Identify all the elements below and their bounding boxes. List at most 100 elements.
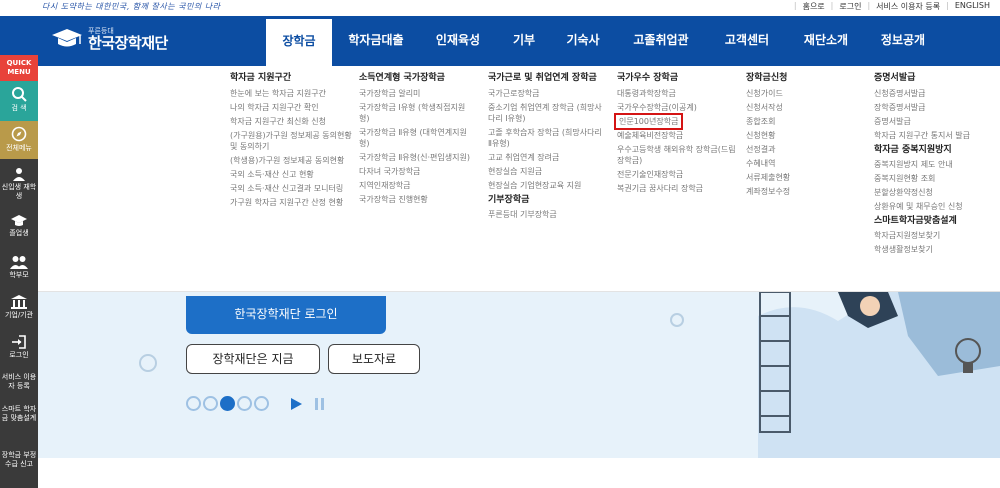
- menu-item[interactable]: 국가근로장학금: [488, 88, 608, 99]
- menu-item[interactable]: 한눈에 보는 학자금 지원구간: [230, 88, 360, 99]
- pause-icon[interactable]: [313, 397, 327, 411]
- menu-item[interactable]: 분할상환약정신청: [874, 187, 998, 198]
- menu-item[interactable]: 학자금 지원구간 최신화 신청: [230, 116, 360, 127]
- quick-login-label: 로그인: [9, 351, 29, 359]
- menu-item[interactable]: 현장실습 지원금: [488, 166, 608, 177]
- menu-col-title[interactable]: 장학금신청: [746, 72, 856, 84]
- nav-highschool-job[interactable]: 고졸취업관: [614, 16, 708, 66]
- menu-item[interactable]: 국가장학금 Ⅰ유형 (학생직접지원형): [359, 102, 474, 124]
- quick-menu: QUICK MENU 검 색 전체메뉴 신입생 재학생 졸업생 학부모 기업/기…: [0, 55, 38, 488]
- menu-item[interactable]: 중소기업 취업연계 장학금 (희망사다리 Ⅰ유형): [488, 102, 608, 124]
- login-link[interactable]: 로그인: [839, 1, 861, 12]
- menu-item[interactable]: 수혜내역: [746, 158, 856, 169]
- quick-login[interactable]: 로그인: [0, 335, 38, 371]
- home-link[interactable]: 홈으로: [803, 1, 825, 12]
- quick-service-register[interactable]: 서비스 이용자 등록: [0, 373, 38, 395]
- menu-item[interactable]: 고교 취업연계 장려금: [488, 152, 608, 163]
- menu-subtitle[interactable]: 학자금 중복지원방지: [874, 144, 998, 156]
- menu-item[interactable]: 국가장학금 Ⅱ유형(신·편입생지원): [359, 152, 474, 163]
- menu-item[interactable]: 중복지원현황 조회: [874, 173, 998, 184]
- play-icon[interactable]: [289, 397, 303, 411]
- menu-subtitle[interactable]: 기부장학금: [488, 194, 608, 206]
- quick-search-label: 검 색: [11, 104, 27, 112]
- menu-col-title[interactable]: 국가근로 및 취업연계 장학금: [488, 72, 608, 84]
- nav-customer-center[interactable]: 고객센터: [708, 16, 786, 66]
- menu-item[interactable]: 종합조회: [746, 116, 856, 127]
- service-register-link[interactable]: 서비스 이용자 등록: [876, 1, 940, 12]
- quick-search[interactable]: 검 색: [0, 81, 38, 121]
- menu-item[interactable]: 신청증명서발급: [874, 88, 998, 99]
- menu-item[interactable]: 대통령과학장학금: [617, 88, 737, 99]
- nav-disclosure[interactable]: 정보공개: [866, 16, 940, 66]
- carousel-dot[interactable]: [203, 396, 218, 411]
- menu-item[interactable]: 서류제출현황: [746, 172, 856, 183]
- logo[interactable]: 푸른등대 한국장학재단: [50, 26, 168, 52]
- nav-talent[interactable]: 인재육성: [420, 16, 496, 66]
- quick-fraud-report[interactable]: 장학금 부정수급 신고: [0, 451, 38, 487]
- menu-item[interactable]: 국가장학금 진행현황: [359, 194, 474, 205]
- menu-item[interactable]: 고졸 후학습자 장학금 (희망사다리 Ⅱ유형): [488, 127, 608, 149]
- menu-item[interactable]: 선정결과: [746, 144, 856, 155]
- nav-scholarship[interactable]: 장학금: [266, 16, 332, 66]
- nav-donation[interactable]: 기부: [496, 16, 552, 66]
- english-link[interactable]: ENGLISH: [955, 1, 990, 12]
- nav-student-loan[interactable]: 학자금대출: [332, 16, 420, 66]
- quick-graduate[interactable]: 졸업생: [0, 215, 38, 247]
- menu-col-title[interactable]: 학자금 지원구간: [230, 72, 360, 84]
- menu-item[interactable]: 상환유예 및 채무승인 신청: [874, 201, 998, 212]
- menu-item[interactable]: 증명서발급: [874, 116, 998, 127]
- menu-item[interactable]: 국외 소득·재산 신고 현황: [230, 169, 360, 180]
- quick-all-menu[interactable]: 전체메뉴: [0, 121, 38, 159]
- quick-student[interactable]: 신입생 재학생: [0, 167, 38, 207]
- menu-item[interactable]: 국가장학금 Ⅱ유형 (대학연계지원형): [359, 127, 474, 149]
- menu-item[interactable]: 신청가이드: [746, 88, 856, 99]
- foundation-now-button[interactable]: 장학재단은 지금: [186, 344, 320, 374]
- carousel-dot[interactable]: [254, 396, 269, 411]
- menu-col-title[interactable]: 국가우수 장학금: [617, 72, 737, 84]
- carousel-dot[interactable]: [237, 396, 252, 411]
- menu-item[interactable]: 학생생활정보찾기: [874, 244, 998, 255]
- menu-item[interactable]: 복권기금 꿈사다리 장학금: [617, 183, 737, 194]
- menu-item[interactable]: 국가우수장학금(이공계): [617, 102, 737, 113]
- menu-item[interactable]: 예술체육비전장학금: [617, 130, 737, 141]
- menu-col-work-employment: 국가근로 및 취업연계 장학금 국가근로장학금 중소기업 취업연계 장학금 (희…: [488, 72, 608, 223]
- menu-item[interactable]: 장학증명서발급: [874, 102, 998, 113]
- carousel-dot[interactable]: [186, 396, 201, 411]
- nav-about[interactable]: 재단소개: [786, 16, 866, 66]
- menu-item[interactable]: 현장실습 기업현장교육 지원: [488, 180, 608, 191]
- quick-parent[interactable]: 학부모: [0, 255, 38, 289]
- menu-item[interactable]: 지역인재장학금: [359, 180, 474, 191]
- utility-links: | 홈으로 | 로그인 | 서비스 이용자 등록 | ENGLISH: [793, 1, 990, 12]
- quick-enterprise[interactable]: 기업/기관: [0, 295, 38, 331]
- carousel-dot-active[interactable]: [220, 396, 235, 411]
- menu-item[interactable]: 국외 소득·재산 신고결과 모니터링: [230, 183, 360, 194]
- menu-item[interactable]: (학생용)가구원 정보제공 동의현황: [230, 155, 360, 166]
- hero-bottom-strip: [38, 458, 1000, 488]
- menu-col-title[interactable]: 증명서발급: [874, 72, 998, 84]
- menu-item[interactable]: 국가장학금 알리미: [359, 88, 474, 99]
- menu-col-title[interactable]: 소득연계형 국가장학금: [359, 72, 474, 84]
- menu-item[interactable]: 가구원 학자금 지원구간 산정 현황: [230, 197, 360, 208]
- menu-item[interactable]: 학자금지원정보찾기: [874, 230, 998, 241]
- compass-icon: [11, 126, 27, 142]
- menu-item[interactable]: 푸른등대 기부장학금: [488, 209, 608, 220]
- quick-menu-title: QUICK MENU: [0, 55, 38, 81]
- menu-item[interactable]: 학자금 지원구간 통지서 발급: [874, 130, 998, 141]
- kosaf-login-button[interactable]: 한국장학재단 로그인: [186, 296, 386, 334]
- menu-item[interactable]: 계좌정보수정: [746, 186, 856, 197]
- nav-dormitory[interactable]: 기숙사: [552, 16, 614, 66]
- menu-item[interactable]: 우수고등학생 해외유학 장학금(드림장학금): [617, 144, 737, 166]
- menu-item[interactable]: 나의 학자금 지원구간 확인: [230, 102, 360, 113]
- menu-item-humanities-100-highlighted[interactable]: 인문100년장학금: [613, 113, 684, 130]
- quick-smart-design[interactable]: 스마트 학자금 맞춤설계: [0, 405, 38, 441]
- decorative-circle: [670, 313, 684, 327]
- menu-item[interactable]: 다자녀 국가장학금: [359, 166, 474, 177]
- menu-item[interactable]: 신청서작성: [746, 102, 856, 113]
- press-release-button[interactable]: 보도자료: [328, 344, 420, 374]
- menu-subtitle[interactable]: 스마트학자금맞춤설계: [874, 215, 998, 227]
- quick-all-menu-label: 전체메뉴: [6, 144, 32, 152]
- menu-item[interactable]: (가구원용)가구원 정보제공 동의현황 및 동의하기: [230, 130, 360, 152]
- menu-item[interactable]: 전문기술인재장학금: [617, 169, 737, 180]
- menu-item[interactable]: 중복지원방지 제도 안내: [874, 159, 998, 170]
- menu-item[interactable]: 신청현황: [746, 130, 856, 141]
